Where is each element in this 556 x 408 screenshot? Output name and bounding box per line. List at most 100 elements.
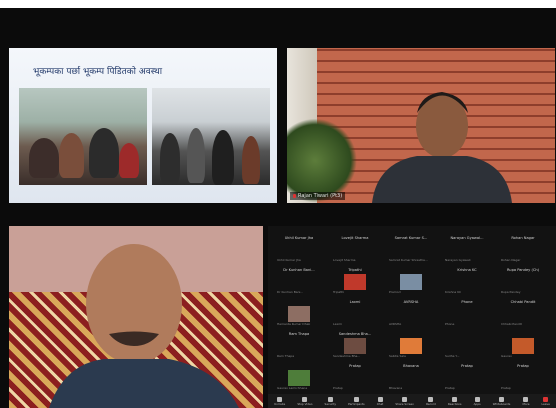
participant-name: Lovejit Sharma [341,236,369,240]
toolbar-label: Apps [473,401,481,406]
participant-subname: Tripathi [333,290,345,294]
toolbar-label: Security [324,401,337,406]
toolbar-button[interactable]: Stop Video [297,396,313,406]
participant-tile[interactable]: Sudha Y... [444,330,490,360]
participant-name: Phone [461,300,473,304]
participant-video-left[interactable] [9,226,263,408]
participant-tile[interactable]: Phone Phone [444,298,490,328]
participant-name: Laxmi [349,300,361,304]
participant-tile[interactable]: Ram Thapa Ram Thapa [276,330,322,360]
participant-subname: Ram Thapa [277,354,295,358]
participant-tile[interactable]: Sandeshma Bha... Sandeshma Bha... [332,330,378,360]
participant-tile[interactable]: Hemanta Kumar Dhak [276,298,322,328]
toolbar-button[interactable]: Share Screen [395,396,414,406]
participant-subname: Krishna KC [445,290,462,294]
participant-tile[interactable]: Sabita Sala [388,330,434,360]
participant-name: Narayan Gyawal... [450,236,484,240]
meeting-toolbar: Unmute Stop Video Security Participants Chat… [268,394,556,408]
person-figure [49,244,239,408]
participant-tile[interactable]: Pratap Pratap [500,362,546,392]
participant-subname: Sudha Y... [445,354,460,358]
participant-tile[interactable]: AVRSHA AVRSHA [388,298,434,328]
participant-name: Dr Kunhan Bani... [283,268,315,272]
participant-tile[interactable]: Bhavana Bhavana [388,362,434,392]
participant-tile[interactable]: Krishna KC Krishna KC [444,266,490,296]
toolbar-label: Record [426,401,436,406]
participant-subname: Hemanta Kumar Dhak [277,322,311,326]
participant-tile[interactable]: Lovejit Sharma Lovejit Sharma [332,234,378,264]
toolbar-icon [523,396,529,402]
participant-name: Rohan Nagar [511,236,535,240]
participant-name: Tripathi [348,268,362,272]
participant-name: Pratap [349,364,361,368]
participant-tile[interactable]: Chhabi Pandit Chhabi Pandit [500,298,546,328]
participant-tile[interactable]: Samrat Kumar S... Samrat Kumar Shrestha..… [388,234,434,264]
participant-subname: Chhabi Pandit [501,322,522,326]
toolbar-button[interactable]: More [522,396,530,406]
slide-photo-left [19,88,147,185]
participant-name: Chhabi Pandit [510,300,536,304]
participant-tile[interactable]: Gaurav [500,330,546,360]
participant-tile[interactable]: Dr Kunhan Bani... Dr Kunhan Bani... [276,266,322,296]
participant-subname: Laxmi [333,322,343,326]
participant-tile[interactable]: Gaurav Lamichhane [276,362,322,392]
toolbar-button[interactable]: Record [426,396,436,406]
participant-tile[interactable]: Pramod [388,266,434,296]
muted-mic-icon [293,194,296,198]
toolbar-label: Stop Video [297,401,313,406]
toolbar-icon [428,396,434,402]
toolbar-label: Chat [376,401,384,406]
zoom-meeting-window: भूकम्पका पर्छा भूकम्प पिडितको अवस्था Raj… [0,8,556,408]
participant-name: Rajan Tiwari (Pt3) [298,193,343,199]
toolbar-button[interactable]: Apps [473,396,481,406]
toolbar-button[interactable]: Participants [348,396,365,406]
toolbar-button[interactable]: Reactions [448,396,462,406]
participant-name: Samrat Kumar S... [394,236,428,240]
participant-subname: AVRSHA [389,322,402,326]
participant-name: Pratap [517,364,529,368]
toolbar-icon [302,396,308,402]
participant-subname: Sandeshma Bha... [333,354,361,358]
toolbar-icon [452,396,458,402]
participant-subname: Rohan Nagar [501,258,521,262]
participant-tile[interactable]: Pratap Pratap [332,362,378,392]
participant-tile[interactable]: Narayan Gyawal... Narayan Gyawali [444,234,490,264]
participant-name: Ukhil Kumar Jha [284,236,314,240]
participant-subname: Dr Kunhan Bani... [277,290,304,294]
toolbar-icon [377,396,383,402]
participant-tile[interactable]: Ukhil Kumar Jha Ukhil Kumar Jha [276,234,322,264]
toolbar-icon [499,396,505,402]
toolbar-button[interactable]: Leave [542,396,550,406]
toolbar-label: More [522,401,530,406]
participant-tile[interactable]: Rohan Nagar Rohan Nagar [500,234,546,264]
participant-subname: Rupa Pandey [501,290,521,294]
participant-name: Pratap [461,364,473,368]
participant-subname: Pramod [389,290,401,294]
person-figure [372,92,512,203]
toolbar-icon [474,396,480,402]
participant-subname: Phone [445,322,455,326]
slide-title: भूकम्पका पर्छा भूकम्प पिडितको अवस्था [33,67,163,77]
toolbar-button[interactable]: Unmute [274,396,286,406]
participant-tile[interactable]: Rupa Pandey (Ch) Rupa Pandey [500,266,546,296]
toolbar-button[interactable]: Whiteboards [493,396,510,406]
participant-subname: Narayan Gyawali [445,258,471,262]
participant-name: Rupa Pandey (Ch) [506,268,540,272]
participant-tile[interactable]: Pratap Pratap [444,362,490,392]
participant-subname: Pratap [333,386,343,390]
toolbar-label: Unmute [274,401,286,406]
participant-thumbnail [400,274,422,290]
toolbar-label: Share Screen [395,401,414,406]
toolbar-button[interactable]: Chat [376,396,384,406]
toolbar-icon [327,396,333,402]
participant-tile[interactable]: Laxmi Laxmi [332,298,378,328]
participant-video-right[interactable]: Rajan Tiwari (Pt3) [287,48,555,203]
participant-tile[interactable]: Tripathi Tripathi [332,266,378,296]
participant-name: Bhavana [403,364,419,368]
shared-slide: भूकम्पका पर्छा भूकम्प पिडितको अवस्था [9,48,277,203]
participant-subname: Pratap [445,386,455,390]
participant-name: AVRSHA [403,300,419,304]
toolbar-icon [402,396,408,402]
toolbar-button[interactable]: Security [324,396,337,406]
participant-name: Ram Thapa [288,332,310,336]
